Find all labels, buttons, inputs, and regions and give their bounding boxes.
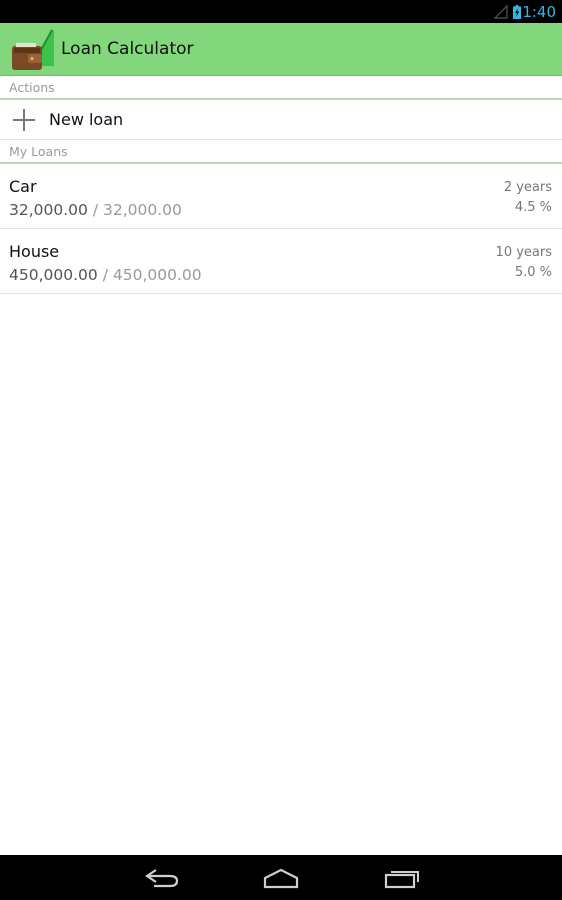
loan-rate: 4.5 % xyxy=(514,200,552,215)
battery-charging-icon xyxy=(513,5,521,19)
loan-term: 2 years xyxy=(503,180,552,195)
loan-total-amount: 32,000.00 xyxy=(103,201,182,219)
loan-amounts: 450,000.00 / 450,000.00 xyxy=(9,266,202,284)
section-title: My Loans xyxy=(9,144,68,159)
new-loan-button[interactable]: New loan xyxy=(0,99,562,140)
wallet-chart-icon[interactable] xyxy=(10,26,54,72)
loan-term: 10 years xyxy=(495,245,552,260)
clock: 1:40 xyxy=(522,3,556,21)
loan-item-house[interactable]: House 450,000.00 / 450,000.00 10 years 5… xyxy=(0,229,562,294)
section-title: Actions xyxy=(9,80,55,95)
status-bar: 1:40 xyxy=(0,0,562,23)
loan-item-car[interactable]: Car 32,000.00 / 32,000.00 2 years 4.5 % xyxy=(0,164,562,229)
navigation-bar xyxy=(0,855,562,900)
loan-remaining-amount: 450,000.00 xyxy=(9,266,98,284)
home-icon[interactable] xyxy=(261,867,301,889)
app-title: Loan Calculator xyxy=(61,39,194,59)
loan-rate: 5.0 % xyxy=(514,265,552,280)
new-loan-label: New loan xyxy=(49,110,124,129)
loan-total-amount: 450,000.00 xyxy=(112,266,202,284)
action-bar: Loan Calculator xyxy=(0,23,562,76)
recent-apps-icon[interactable] xyxy=(382,867,422,889)
section-header-actions: Actions xyxy=(0,76,562,100)
loan-name: Car xyxy=(9,177,37,196)
loan-amounts: 32,000.00 / 32,000.00 xyxy=(9,201,182,219)
amount-separator: / xyxy=(102,266,108,284)
amount-separator: / xyxy=(92,201,99,219)
section-header-my-loans: My Loans xyxy=(0,140,562,164)
loan-name: House xyxy=(9,242,60,261)
loan-remaining-amount: 32,000.00 xyxy=(9,201,88,219)
plus-icon xyxy=(13,109,35,131)
back-icon[interactable] xyxy=(142,867,182,889)
signal-icon xyxy=(494,5,508,19)
